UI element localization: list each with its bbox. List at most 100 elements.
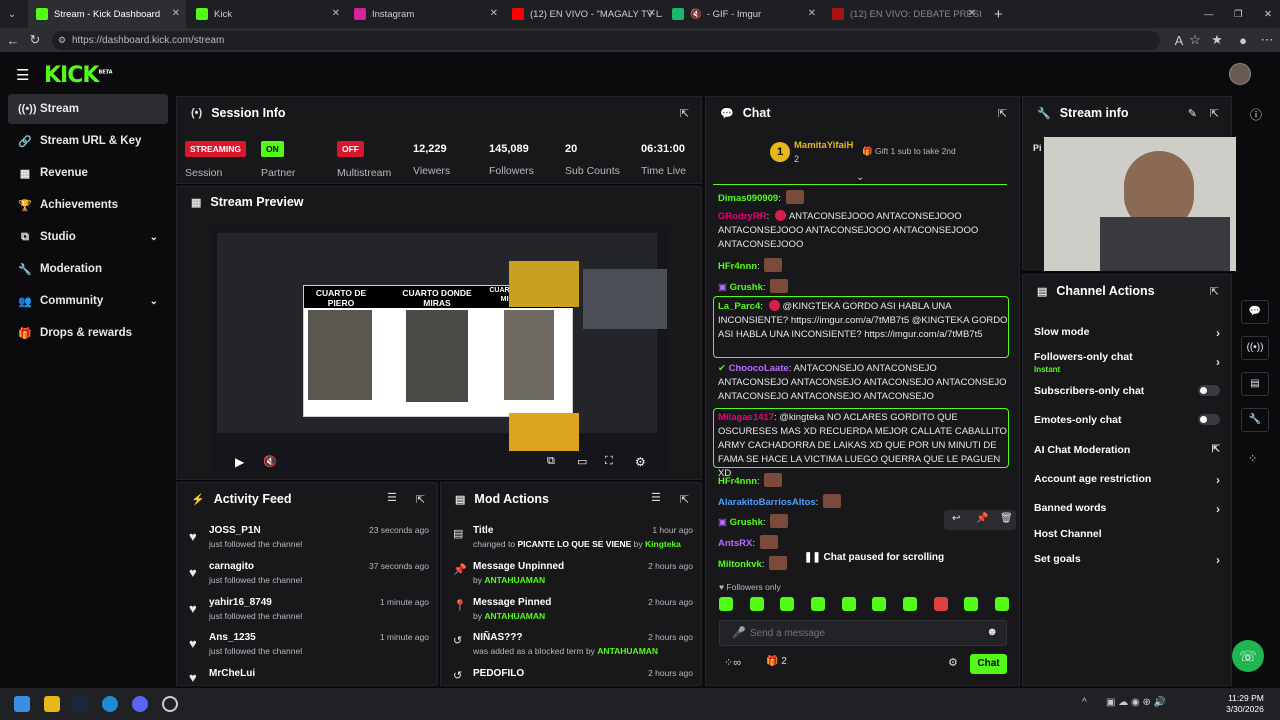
- emote-icon[interactable]: [994, 597, 1009, 611]
- kick-logo[interactable]: KICKBETA: [44, 63, 113, 88]
- user-avatar[interactable]: [1229, 63, 1251, 85]
- new-tab-button[interactable]: +: [986, 0, 1008, 28]
- tab-kick-dashboard[interactable]: Stream - Kick Dashboard ✕: [28, 0, 186, 28]
- tab-close-icon[interactable]: ✕: [332, 8, 340, 19]
- tab-close-icon[interactable]: ✕: [968, 8, 976, 19]
- reload-button[interactable]: ↻: [24, 29, 46, 51]
- minimize-button[interactable]: —: [1196, 0, 1216, 28]
- emotes-only-toggle[interactable]: [1198, 414, 1220, 425]
- emote-icon[interactable]: [841, 597, 856, 611]
- ai-chat-moderation-row[interactable]: AI Chat Moderation ⇱: [1034, 444, 1220, 456]
- broadcast-rail-icon[interactable]: ((•)): [1241, 336, 1269, 360]
- edge-icon[interactable]: [102, 696, 118, 712]
- taskbar-clock[interactable]: 11:29 PM 3/30/2026: [1226, 693, 1264, 715]
- browser-menu-icon[interactable]: ⋯: [1256, 29, 1278, 51]
- collapse-pinned-icon[interactable]: ⌄: [856, 172, 864, 183]
- host-channel-row[interactable]: Host Channel: [1034, 528, 1220, 540]
- tab-close-icon[interactable]: ✕: [172, 8, 180, 19]
- account-age-row[interactable]: Account age restriction ›: [1034, 473, 1220, 487]
- maximize-button[interactable]: ❐: [1226, 0, 1246, 28]
- sidebar-item-stream[interactable]: ((•)) Stream: [8, 94, 168, 124]
- tab-youtube-debate[interactable]: (12) EN VIVO: DEBATE PRESIDENC✕: [824, 0, 982, 28]
- hamburger-menu-icon[interactable]: ☰: [16, 66, 29, 84]
- volume-muted-icon[interactable]: 🔇: [263, 455, 277, 468]
- sidebar-item-stream-url-key[interactable]: 🔗 Stream URL & Key: [8, 126, 168, 156]
- chat-paused-notice[interactable]: ❚❚ Chat paused for scrolling: [800, 552, 949, 563]
- popout-icon[interactable]: ⇱: [1210, 285, 1219, 298]
- filter-icon[interactable]: ☰: [387, 491, 397, 504]
- pip-icon[interactable]: ⧉: [547, 455, 555, 468]
- popout-icon[interactable]: ⇱: [1210, 107, 1219, 120]
- emote-icon[interactable]: [902, 597, 917, 611]
- emote-icon[interactable]: [749, 597, 764, 611]
- sidebar-item-moderation[interactable]: 🔧 Moderation: [8, 254, 168, 284]
- emote-icon[interactable]: [964, 597, 979, 611]
- info-icon[interactable]: ⓘ: [1250, 106, 1262, 123]
- steam-icon[interactable]: [72, 696, 88, 712]
- tab-list-button[interactable]: ⌄: [0, 0, 24, 28]
- tab-imgur[interactable]: 🔇 - GIF - Imgur ✕: [664, 0, 822, 28]
- help-chat-icon[interactable]: ☏: [1232, 640, 1264, 672]
- wrench-rail-icon[interactable]: 🔧: [1241, 408, 1269, 432]
- chat-send-button[interactable]: Chat: [970, 654, 1007, 674]
- tray-icons[interactable]: ▣ ☁ ◉ ⊕ 🔊: [1106, 697, 1166, 708]
- emote-icon[interactable]: [719, 597, 733, 611]
- reply-icon[interactable]: ↩: [952, 513, 960, 524]
- close-window-button[interactable]: ✕: [1256, 0, 1276, 28]
- theater-icon[interactable]: ▭: [577, 455, 587, 468]
- profile-icon[interactable]: ●: [1232, 29, 1254, 51]
- tab-close-icon[interactable]: ✕: [808, 8, 816, 19]
- set-goals-row[interactable]: Set goals ›: [1034, 553, 1220, 567]
- popout-icon[interactable]: ⇱: [680, 107, 689, 120]
- emote-icon[interactable]: [810, 597, 825, 611]
- tab-instagram[interactable]: Instagram ✕: [346, 0, 504, 28]
- favorite-icon[interactable]: ☆: [1184, 29, 1206, 51]
- sidebar-item-achievements[interactable]: 🏆 Achievements: [8, 190, 168, 220]
- mute-icon[interactable]: 🔇: [690, 9, 702, 20]
- tab-youtube-magaly[interactable]: (12) EN VIVO - "MAGALY TV LA ✕: [504, 0, 662, 28]
- apps-icon[interactable]: ⁘: [1248, 452, 1257, 465]
- windows-start-icon[interactable]: [14, 696, 30, 712]
- tab-close-icon[interactable]: ✕: [648, 8, 656, 19]
- video-player[interactable]: CUARTO DE PIERO CUARTO DONDE MIRAS CUART…: [211, 227, 667, 473]
- obs-icon[interactable]: [162, 696, 178, 712]
- sidebar-item-drops-rewards[interactable]: 🎁 Drops & rewards: [8, 318, 168, 348]
- emote-icon[interactable]: [872, 597, 887, 611]
- play-icon[interactable]: ▶: [235, 455, 244, 469]
- back-button[interactable]: ←: [2, 29, 24, 51]
- microphone-icon[interactable]: 🎤: [732, 626, 746, 639]
- file-explorer-icon[interactable]: [44, 696, 60, 712]
- popout-icon[interactable]: ⇱: [416, 493, 425, 506]
- tray-overflow-icon[interactable]: ^: [1082, 697, 1087, 708]
- emoji-picker-icon[interactable]: ☻: [986, 626, 998, 638]
- settings-gear-icon[interactable]: ⚙: [635, 455, 646, 469]
- banned-words-row[interactable]: Banned words ›: [1034, 502, 1220, 516]
- chat-message-input[interactable]: [750, 625, 970, 641]
- top-gifter-name[interactable]: MamitaYifaiH: [794, 140, 853, 151]
- popout-icon[interactable]: ⇱: [680, 493, 689, 506]
- emote-icon[interactable]: [780, 597, 795, 611]
- followers-only-row[interactable]: Followers-only chat Instant ›: [1034, 351, 1220, 374]
- chat-rail-icon[interactable]: 💬: [1241, 300, 1269, 324]
- slow-mode-row[interactable]: Slow mode ›: [1034, 326, 1220, 340]
- fullscreen-icon[interactable]: ⛶: [605, 455, 613, 468]
- chat-settings-icon[interactable]: ⚙: [948, 656, 958, 669]
- discord-icon[interactable]: [132, 696, 148, 712]
- pin-icon[interactable]: 📌: [976, 513, 988, 524]
- delete-icon[interactable]: 🗑: [1000, 513, 1013, 524]
- points-infinity-icon[interactable]: ⁘∞: [724, 656, 741, 669]
- url-field[interactable]: ⚙ https://dashboard.kick.com/stream: [52, 31, 1160, 50]
- sidebar-item-studio[interactable]: ⧉ Studio ⌄: [8, 222, 168, 252]
- filter-icon[interactable]: ☰: [651, 491, 661, 504]
- subscribers-only-toggle[interactable]: [1198, 385, 1220, 396]
- popout-icon[interactable]: ⇱: [998, 107, 1007, 120]
- gift-prompt[interactable]: 🎁 Gift 1 sub to take 2nd: [862, 146, 956, 157]
- site-info-icon[interactable]: ⚙: [58, 35, 66, 46]
- tab-close-icon[interactable]: ✕: [490, 8, 498, 19]
- favorites-bar-icon[interactable]: ★: [1206, 29, 1228, 51]
- sidebar-item-community[interactable]: 👥 Community ⌄: [8, 286, 168, 316]
- chat-input-box[interactable]: 🎤 ☻: [719, 620, 1007, 646]
- sidebar-item-revenue[interactable]: ▦ Revenue: [8, 158, 168, 188]
- gift-count[interactable]: 🎁 2: [766, 656, 787, 667]
- tab-kick[interactable]: Kick ✕: [188, 0, 346, 28]
